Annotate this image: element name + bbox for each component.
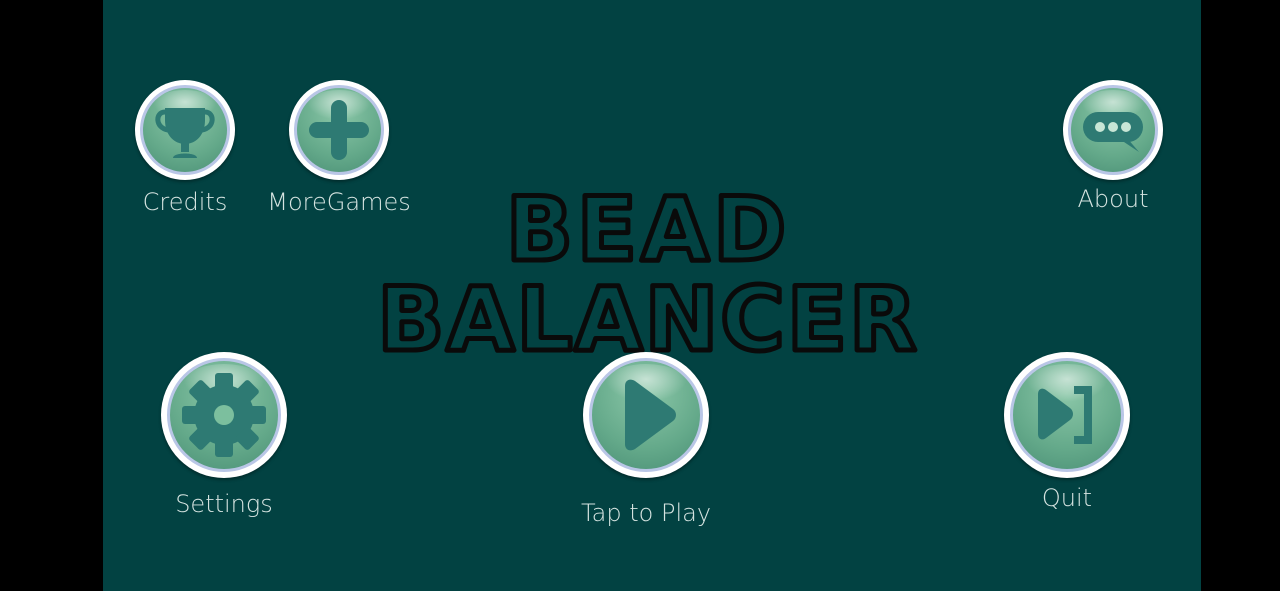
play-orb <box>583 352 709 478</box>
title-line-2: BALANCER <box>377 268 918 360</box>
play-button[interactable] <box>583 352 709 478</box>
credits-label: Credits <box>142 188 228 216</box>
about-orb <box>1063 80 1163 180</box>
credits-orb <box>135 80 235 180</box>
speech-bubble-icon <box>1083 112 1143 152</box>
play-label: Tap to Play <box>580 499 712 527</box>
trophy-icon <box>155 108 215 158</box>
settings-label: Settings <box>175 490 273 518</box>
about-button[interactable] <box>1063 80 1163 180</box>
quit-label: Quit <box>1041 484 1093 512</box>
gear-icon <box>182 373 266 457</box>
more-games-button[interactable] <box>289 80 389 180</box>
game-title: BEAD BALANCER <box>375 180 919 360</box>
play-icon <box>625 379 676 451</box>
title-line-1: BEAD <box>506 180 790 281</box>
quit-orb <box>1004 352 1130 478</box>
settings-button[interactable] <box>161 352 287 478</box>
more-games-orb <box>289 80 389 180</box>
screen: BEAD BALANCER Credits MoreGames About Se… <box>0 0 1280 591</box>
quit-button[interactable] <box>1004 352 1130 478</box>
credits-button[interactable] <box>135 80 235 180</box>
exit-icon <box>1038 386 1092 444</box>
plus-icon <box>309 100 369 160</box>
about-label: About <box>1077 185 1149 213</box>
settings-orb <box>161 352 287 478</box>
more-games-label: MoreGames <box>267 188 411 216</box>
